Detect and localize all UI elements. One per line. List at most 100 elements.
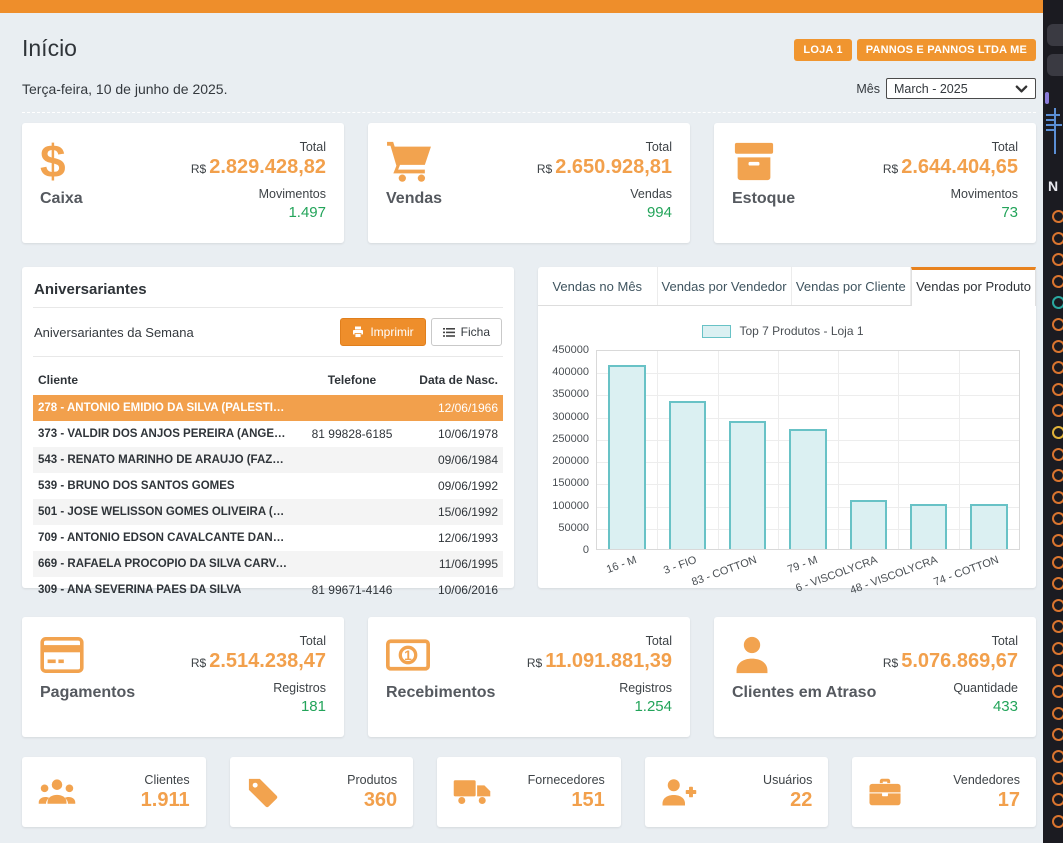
print-button[interactable]: Imprimir xyxy=(340,318,425,346)
birthdays-table: Cliente Telefone Data de Nasc. 278 - ANT… xyxy=(33,367,503,603)
company-badge[interactable]: PANNOS E PANNOS LTDA ME xyxy=(857,39,1036,61)
money-bill-icon: 1 xyxy=(386,639,430,671)
app-icon[interactable] xyxy=(1052,815,1063,828)
client-cell: 278 - ANTONIO EMIDIO DA SILVA (PALESTINA… xyxy=(33,395,293,421)
client-cell: 373 - VALDIR DOS ANJOS PEREIRA (ANGELA) xyxy=(33,421,293,447)
bar-3 - FIO xyxy=(669,401,706,549)
app-icon[interactable] xyxy=(1052,664,1063,677)
gridline xyxy=(718,351,719,549)
app-icon[interactable] xyxy=(1052,534,1063,547)
app-icon[interactable] xyxy=(1052,448,1063,461)
count-value: 1.497 xyxy=(191,204,326,221)
mini-card-clientes[interactable]: Clientes 1.911 xyxy=(22,757,206,827)
app-icon[interactable] xyxy=(1052,210,1063,223)
truck-icon xyxy=(453,778,491,806)
app-icon[interactable] xyxy=(1052,469,1063,482)
strip-blob xyxy=(1047,54,1063,76)
y-tick-label: 100000 xyxy=(552,500,589,512)
app-icon[interactable] xyxy=(1052,556,1063,569)
client-cell: 501 - JOSE WELISSON GOMES OLIVEIRA (ELC… xyxy=(33,499,293,525)
app-icon[interactable] xyxy=(1052,361,1063,374)
user-plus-icon xyxy=(661,777,697,807)
gridline xyxy=(597,373,1019,374)
bar-16 - M xyxy=(608,365,645,549)
strip-letter: N xyxy=(1048,178,1058,194)
app-icon[interactable] xyxy=(1052,253,1063,266)
table-row[interactable]: 543 - RENATO MARINHO DE ARAUJO (FAZEND…0… xyxy=(33,447,503,473)
x-tick-label: 79 - M xyxy=(786,554,819,576)
tab-vendas-por-produto[interactable]: Vendas por Produto xyxy=(911,267,1036,306)
birthdays-title: Aniversariantes xyxy=(33,279,503,308)
app-icon[interactable] xyxy=(1052,340,1063,353)
bar-79 - M xyxy=(789,429,826,549)
table-row[interactable]: 539 - BRUNO DOS SANTOS GOMES09/06/1992 xyxy=(33,473,503,499)
tab-vendas-por-cliente[interactable]: Vendas por Cliente xyxy=(792,267,912,305)
table-row[interactable]: 501 - JOSE WELISSON GOMES OLIVEIRA (ELC…… xyxy=(33,499,503,525)
table-row[interactable]: 278 - ANTONIO EMIDIO DA SILVA (PALESTINA… xyxy=(33,395,503,421)
app-icon[interactable] xyxy=(1052,491,1063,504)
table-row[interactable]: 309 - ANA SEVERINA PAES DA SILVA81 99671… xyxy=(33,577,503,603)
briefcase-icon xyxy=(868,777,902,807)
phone-cell xyxy=(293,395,411,421)
app-icon[interactable] xyxy=(1052,577,1063,590)
app-icon[interactable] xyxy=(1052,772,1063,785)
phone-cell xyxy=(293,447,411,473)
app-icon[interactable] xyxy=(1052,793,1063,806)
app-icon[interactable] xyxy=(1052,620,1063,633)
app-icon[interactable] xyxy=(1052,275,1063,288)
y-tick-label: 200000 xyxy=(552,455,589,467)
mini-card-usuarios[interactable]: Usuários 22 xyxy=(645,757,829,827)
phone-cell xyxy=(293,473,411,499)
card-vendas[interactable]: Vendas Total R$2.650.928,81 Vendas 994 xyxy=(368,123,690,243)
card-recebimentos[interactable]: 1 Recebimentos Total R$11.091.881,39 Reg… xyxy=(368,617,690,737)
list-icon xyxy=(443,327,455,338)
card-estoque[interactable]: Estoque Total R$2.644.404,65 Movimentos … xyxy=(714,123,1036,243)
tab-vendas-no-mes[interactable]: Vendas no Mês xyxy=(538,267,658,305)
app-icon[interactable] xyxy=(1052,232,1063,245)
x-tick-label: 3 - FIO xyxy=(662,554,698,577)
app-icon[interactable] xyxy=(1052,318,1063,331)
app-icon[interactable] xyxy=(1052,512,1063,525)
gridline xyxy=(597,418,1019,419)
count-label: Movimentos xyxy=(191,187,326,201)
y-tick-label: 400000 xyxy=(552,366,589,378)
app-icon[interactable] xyxy=(1052,707,1063,720)
month-label: Mês xyxy=(856,82,880,96)
gridline xyxy=(778,351,779,549)
users-icon xyxy=(38,777,76,807)
table-row[interactable]: 373 - VALDIR DOS ANJOS PEREIRA (ANGELA)8… xyxy=(33,421,503,447)
phone-cell: 81 99828-6185 xyxy=(293,421,411,447)
table-row[interactable]: 709 - ANTONIO EDSON CAVALCANTE DANTAS12/… xyxy=(33,525,503,551)
tab-vendas-por-vendedor[interactable]: Vendas por Vendedor xyxy=(658,267,792,305)
y-tick-label: 250000 xyxy=(552,433,589,445)
card-clientes-em-atraso[interactable]: Clientes em Atraso Total R$5.076.869,67 … xyxy=(714,617,1036,737)
client-cell: 709 - ANTONIO EDSON CAVALCANTE DANTAS xyxy=(33,525,293,551)
bar-6 - VISCOLYCRA xyxy=(850,500,887,549)
mini-card-vendedores[interactable]: Vendedores 17 xyxy=(852,757,1036,827)
month-select[interactable]: March - 2025 xyxy=(886,78,1036,99)
app-icon[interactable] xyxy=(1052,383,1063,396)
gridline xyxy=(657,351,658,549)
app-icon[interactable] xyxy=(1052,296,1063,309)
y-tick-label: 150000 xyxy=(552,477,589,489)
app-icon[interactable] xyxy=(1052,404,1063,417)
mini-card-fornecedores[interactable]: Fornecedores 151 xyxy=(437,757,621,827)
app-icon[interactable] xyxy=(1052,642,1063,655)
app-icon[interactable] xyxy=(1052,685,1063,698)
store-badge[interactable]: LOJA 1 xyxy=(794,39,851,61)
app-icon[interactable] xyxy=(1052,599,1063,612)
credit-card-icon xyxy=(40,637,84,673)
card-caixa[interactable]: $ Caixa Total R$2.829.428,82 Movimentos … xyxy=(22,123,344,243)
card-pagamentos[interactable]: Pagamentos Total R$2.514.238,47 Registro… xyxy=(22,617,344,737)
table-row[interactable]: 669 - RAFAELA PROCOPIO DA SILVA CARVALHO… xyxy=(33,551,503,577)
client-cell: 309 - ANA SEVERINA PAES DA SILVA xyxy=(33,577,293,603)
app-icon[interactable] xyxy=(1052,750,1063,763)
store-badges: LOJA 1 PANNOS E PANNOS LTDA ME xyxy=(794,39,1036,61)
app-icon[interactable] xyxy=(1052,426,1063,439)
app-icon[interactable] xyxy=(1052,728,1063,741)
ficha-button[interactable]: Ficha xyxy=(431,318,502,346)
x-tick-label: 16 - M xyxy=(605,554,638,576)
mini-card-produtos[interactable]: Produtos 360 xyxy=(230,757,414,827)
col-telefone: Telefone xyxy=(293,367,411,395)
bar-83 - COTTON xyxy=(729,421,766,549)
